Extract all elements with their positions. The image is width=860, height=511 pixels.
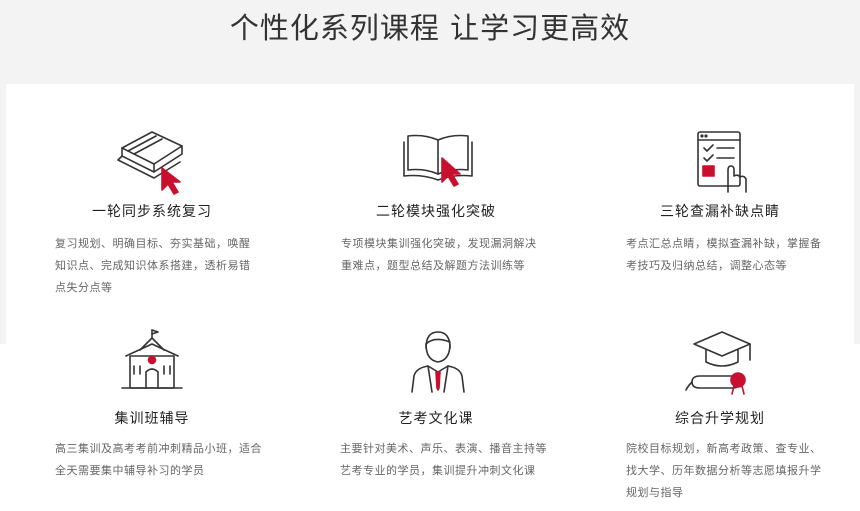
school-icon: [112, 326, 192, 396]
card-description: 高三集训及高考考前冲刺精品小班，适合全天需要集中辅导补习的学员: [55, 442, 262, 477]
card-description: 专项模块集训强化突破，发现漏洞解决重难点，题型总结及解题方法训练等: [341, 237, 537, 272]
graduation-icon: [682, 326, 762, 396]
card-title: 综合升学规划: [675, 411, 765, 427]
course-grid: 一轮同步系统复习 复习规划、明确目标、夯实基础，唤醒知识点、完成知识体系搭建，透…: [0, 84, 860, 511]
card-title: 二轮模块强化突破: [376, 204, 496, 220]
page: 个性化系列课程 让学习更高效 一轮同步系统复习 复习规划、明确目标、夯实基础，唤…: [0, 0, 860, 511]
book-icon: [114, 126, 194, 196]
card-description: 院校目标规划，新高考政策、查专业、找大学、历年数据分析等志愿填报升学规划与指导: [626, 442, 822, 499]
card-title: 集训班辅导: [114, 411, 190, 427]
page-title: 个性化系列课程 让学习更高效: [229, 11, 631, 45]
card-description: 考点汇总点睛，模拟查漏补缺，掌握备考技巧及归纳总结，调整心态等: [626, 237, 822, 272]
student-icon: [398, 326, 478, 396]
card-description: 主要针对美术、声乐、表演、播音主持等艺考专业的学员，集训提升冲刺文化课: [340, 442, 547, 477]
checklist-icon: [682, 126, 762, 196]
card-title: 一轮同步系统复习: [92, 204, 212, 220]
card-title: 艺考文化课: [398, 411, 474, 427]
card-title: 三轮查漏补缺点睛: [660, 204, 780, 220]
open-book-icon: [398, 126, 478, 196]
card-description: 复习规划、明确目标、夯实基础，唤醒知识点、完成知识体系搭建，透析易错点失分点等: [55, 237, 251, 294]
